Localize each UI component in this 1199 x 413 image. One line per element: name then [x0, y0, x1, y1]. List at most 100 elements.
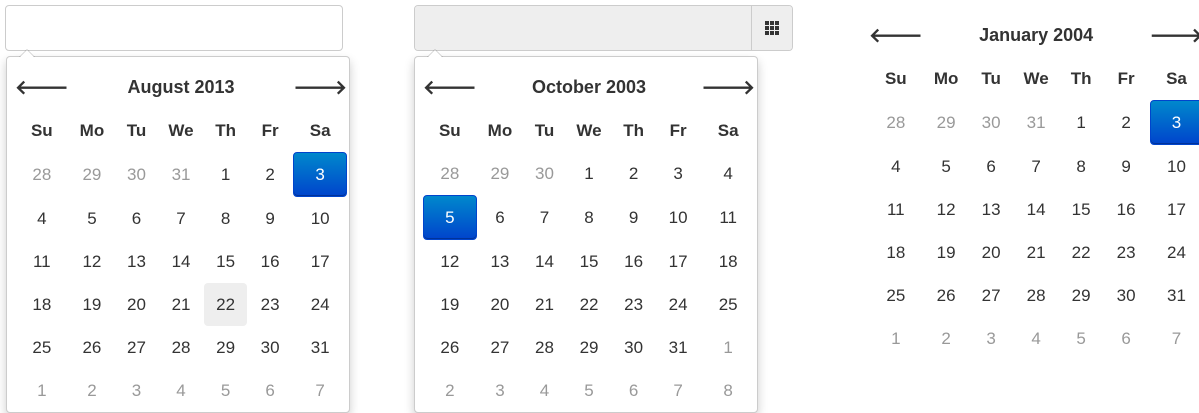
day-cell[interactable]: 19: [423, 283, 477, 326]
day-cell[interactable]: 10: [293, 197, 347, 240]
day-cell[interactable]: 13: [970, 188, 1013, 231]
day-cell[interactable]: 27: [115, 326, 157, 369]
month-year-switch[interactable]: January 2004: [925, 14, 1148, 57]
day-cell[interactable]: 29: [71, 152, 114, 197]
day-cell[interactable]: 6: [249, 369, 291, 412]
day-cell[interactable]: 25: [701, 283, 755, 326]
arrow-left-icon[interactable]: 🡐: [869, 14, 923, 57]
day-cell[interactable]: 3: [479, 369, 522, 412]
selected-day-cell[interactable]: 3: [1149, 100, 1199, 145]
day-cell[interactable]: 5: [71, 197, 114, 240]
day-cell[interactable]: 19: [925, 231, 968, 274]
day-cell[interactable]: 21: [160, 283, 203, 326]
day-cell[interactable]: 26: [423, 326, 477, 369]
day-cell[interactable]: 26: [925, 274, 968, 317]
day-cell[interactable]: 6: [970, 145, 1013, 188]
day-cell[interactable]: 29: [204, 326, 247, 369]
day-cell[interactable]: 2: [925, 317, 968, 360]
day-cell[interactable]: 18: [15, 283, 69, 326]
day-cell[interactable]: 6: [612, 369, 655, 412]
day-cell[interactable]: 30: [115, 152, 157, 197]
day-cell[interactable]: 7: [293, 369, 347, 412]
day-cell[interactable]: 20: [970, 231, 1013, 274]
day-cell[interactable]: 17: [1150, 188, 1199, 231]
arrow-right-icon[interactable]: 🡒: [701, 66, 755, 109]
day-cell[interactable]: 2: [1105, 100, 1148, 145]
day-cell[interactable]: 9: [612, 195, 655, 240]
day-cell[interactable]: 10: [1150, 145, 1199, 188]
day-cell[interactable]: 24: [657, 283, 699, 326]
day-cell[interactable]: 25: [15, 326, 69, 369]
day-cell[interactable]: 20: [479, 283, 522, 326]
day-cell[interactable]: 8: [701, 369, 755, 412]
day-cell[interactable]: 13: [115, 240, 157, 283]
day-cell[interactable]: 27: [479, 326, 522, 369]
day-cell[interactable]: 28: [523, 326, 565, 369]
day-cell[interactable]: 11: [701, 195, 755, 240]
day-cell[interactable]: 30: [523, 152, 565, 195]
day-cell[interactable]: 14: [523, 240, 565, 283]
day-cell[interactable]: 26: [71, 326, 114, 369]
day-cell[interactable]: 23: [249, 283, 291, 326]
day-cell[interactable]: 16: [249, 240, 291, 283]
day-cell[interactable]: 6: [115, 197, 157, 240]
day-cell[interactable]: 17: [293, 240, 347, 283]
day-cell[interactable]: 3: [970, 317, 1013, 360]
arrow-right-icon[interactable]: 🡒: [1150, 14, 1199, 57]
day-cell[interactable]: 16: [612, 240, 655, 283]
day-cell[interactable]: 4: [160, 369, 203, 412]
day-cell[interactable]: 31: [1150, 274, 1199, 317]
month-year-switch[interactable]: October 2003: [479, 66, 700, 109]
day-cell[interactable]: 1: [701, 326, 755, 369]
arrow-left-icon[interactable]: 🡐: [423, 66, 477, 109]
selected-day-cell[interactable]: 5: [423, 195, 477, 240]
day-cell[interactable]: 18: [869, 231, 923, 274]
day-cell[interactable]: 22: [204, 283, 247, 326]
day-cell[interactable]: 23: [612, 283, 655, 326]
day-cell[interactable]: 3: [657, 152, 699, 195]
day-cell[interactable]: 30: [612, 326, 655, 369]
day-cell[interactable]: 15: [204, 240, 247, 283]
day-cell[interactable]: 12: [71, 240, 114, 283]
day-cell[interactable]: 5: [925, 145, 968, 188]
day-cell[interactable]: 1: [1060, 100, 1103, 145]
day-cell[interactable]: 5: [1060, 317, 1103, 360]
day-cell[interactable]: 9: [249, 197, 291, 240]
day-cell[interactable]: 5: [204, 369, 247, 412]
day-cell[interactable]: 11: [15, 240, 69, 283]
day-cell[interactable]: 1: [15, 369, 69, 412]
day-cell[interactable]: 29: [1060, 274, 1103, 317]
day-cell[interactable]: 24: [293, 283, 347, 326]
day-cell[interactable]: 30: [1105, 274, 1148, 317]
day-cell[interactable]: 3: [115, 369, 157, 412]
day-cell[interactable]: 2: [71, 369, 114, 412]
arrow-left-icon[interactable]: 🡐: [15, 66, 69, 109]
day-cell[interactable]: 7: [1150, 317, 1199, 360]
day-cell[interactable]: 22: [1060, 231, 1103, 274]
day-cell[interactable]: 28: [869, 100, 923, 145]
day-cell[interactable]: 22: [568, 283, 611, 326]
day-cell[interactable]: 4: [523, 369, 565, 412]
day-cell[interactable]: 27: [970, 274, 1013, 317]
day-cell[interactable]: 31: [657, 326, 699, 369]
day-cell[interactable]: 7: [657, 369, 699, 412]
day-cell[interactable]: 30: [970, 100, 1013, 145]
day-cell[interactable]: 7: [1015, 145, 1058, 188]
day-cell[interactable]: 15: [1060, 188, 1103, 231]
arrow-right-icon[interactable]: 🡒: [293, 66, 347, 109]
day-cell[interactable]: 11: [869, 188, 923, 231]
day-cell[interactable]: 1: [568, 152, 611, 195]
day-cell[interactable]: 23: [1105, 231, 1148, 274]
day-cell[interactable]: 13: [479, 240, 522, 283]
day-cell[interactable]: 30: [249, 326, 291, 369]
day-cell[interactable]: 1: [204, 152, 247, 197]
selected-day-cell[interactable]: 3: [293, 152, 347, 197]
day-cell[interactable]: 9: [1105, 145, 1148, 188]
day-cell[interactable]: 29: [479, 152, 522, 195]
day-cell[interactable]: 4: [15, 197, 69, 240]
day-cell[interactable]: 28: [160, 326, 203, 369]
day-cell[interactable]: 8: [568, 195, 611, 240]
day-cell[interactable]: 20: [115, 283, 157, 326]
calendar-button[interactable]: [751, 6, 792, 50]
day-cell[interactable]: 6: [1105, 317, 1148, 360]
